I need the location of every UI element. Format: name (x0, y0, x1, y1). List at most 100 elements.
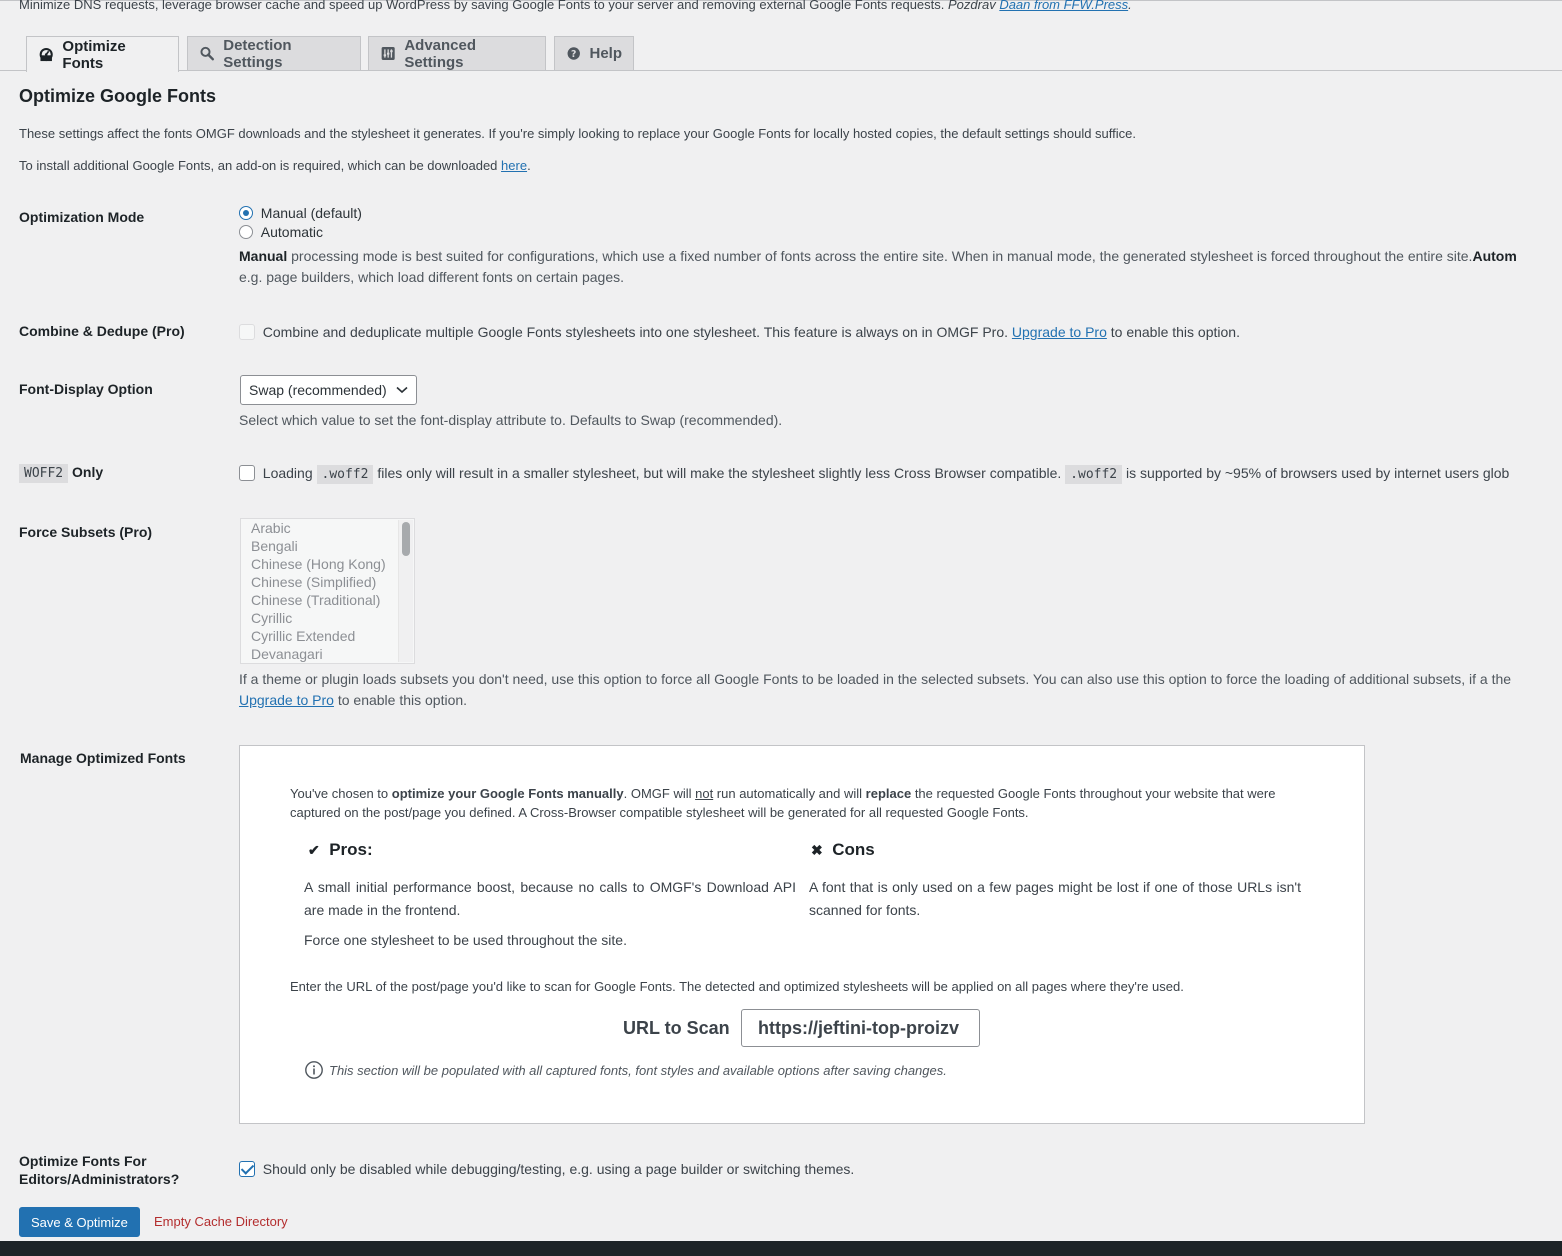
cons-title: Cons (832, 840, 875, 859)
pros-heading: ✔ Pros: (308, 840, 373, 860)
plugin-intro: Minimize DNS requests, leverage browser … (19, 0, 1132, 12)
search-icon (200, 46, 215, 61)
subset-option[interactable]: Bengali (241, 537, 414, 555)
pros-item: A small initial performance boost, becau… (304, 879, 796, 918)
populate-note: This section will be populated with all … (304, 1060, 947, 1080)
font-display-select[interactable]: Swap (recommended) (240, 375, 417, 405)
settings-panel-icon (381, 46, 395, 61)
tab-optimize-fonts[interactable]: Optimize Fonts (26, 36, 179, 72)
tab-label: Help (589, 45, 622, 62)
tab-label: Optimize Fonts (62, 37, 126, 72)
credit-suffix: . (1128, 0, 1132, 12)
optimization-mode-label: Optimization Mode (19, 209, 145, 225)
addon-notice-suffix: . (527, 158, 531, 173)
note-text: This section will be populated with all … (329, 1062, 947, 1078)
woff2-code-inline: .woff2 (316, 465, 374, 484)
save-optimize-button[interactable]: Save & Optimize (19, 1207, 140, 1237)
scrollbar-thumb[interactable] (402, 522, 410, 556)
radio-button[interactable] (239, 225, 253, 239)
listbox-scrollbar[interactable] (398, 520, 413, 662)
tab-label: Advanced Settings (404, 36, 477, 71)
intro-text: run automatically and will (713, 786, 866, 801)
subset-option[interactable]: Chinese (Hong Kong) (241, 555, 414, 573)
addon-notice: To install additional Google Fonts, an a… (19, 158, 531, 173)
pros-title: Pros: (329, 840, 373, 859)
empty-cache-button[interactable]: Empty Cache Directory (154, 1214, 288, 1229)
url-to-scan-label: URL to Scan (623, 1018, 730, 1038)
editors-option: Should only be disabled while debugging/… (239, 1161, 854, 1177)
editors-label: Optimize Fonts For Editors/Administrator… (19, 1152, 179, 1188)
woff2-text: is supported by ~95% of browsers used by… (1122, 465, 1510, 481)
combine-label: Combine & Dedupe (Pro) (19, 323, 185, 339)
help-icon: ? (567, 47, 580, 60)
pros-item: Force one stylesheet to be used througho… (304, 932, 627, 948)
svg-text:?: ? (571, 49, 576, 60)
tab-help[interactable]: ? Help (554, 36, 634, 70)
tab-label: Detection Settings (223, 36, 292, 71)
woff2-code: WOFF2 (19, 464, 69, 483)
subset-option[interactable]: Chinese (Simplified) (241, 573, 414, 591)
upgrade-suffix: to enable this option. (333, 692, 468, 708)
desc-bold-2: Autom (1472, 248, 1517, 264)
dashboard-icon (39, 47, 53, 62)
editors-checkbox[interactable] (239, 1161, 255, 1177)
combine-suffix: to enable this option. (1106, 324, 1240, 340)
subsets-listbox[interactable]: Arabic Bengali Chinese (Hong Kong) Chinese … (240, 518, 415, 664)
woff2-text: Loading (262, 465, 317, 481)
woff2-label-suffix: Only (68, 464, 104, 480)
editors-label-line: Editors/Administrators? (19, 1171, 180, 1187)
optimization-mode-description: Manual processing mode is best suited fo… (239, 248, 1517, 264)
scan-instructions: Enter the URL of the post/page you'd lik… (290, 979, 1184, 994)
combine-option: Combine and deduplicate multiple Google … (239, 324, 1240, 340)
subset-option[interactable]: Devanagari (241, 645, 414, 663)
woff2-code-inline: .woff2 (1065, 465, 1123, 484)
section-description: These settings affect the fonts OMGF dow… (19, 126, 1137, 141)
editors-label-line: Optimize Fonts For (19, 1153, 147, 1169)
url-to-scan-input[interactable] (741, 1009, 980, 1047)
desc-text: processing mode is best suited for confi… (287, 248, 1473, 264)
select-value: Swap (recommended) (249, 382, 387, 398)
upgrade-link[interactable]: Upgrade to Pro (239, 692, 334, 708)
tab-detection-settings[interactable]: Detection Settings (187, 36, 361, 71)
woff2-checkbox[interactable] (239, 465, 255, 481)
cross-icon: ✖ (811, 842, 823, 858)
font-display-label: Font-Display Option (19, 381, 153, 397)
credit-prefix: Pozdrav (948, 0, 1000, 12)
force-subsets-label: Force Subsets (Pro) (19, 524, 153, 540)
radio-button[interactable] (239, 206, 253, 220)
force-subsets-upgrade: Upgrade to Pro to enable this option. (239, 692, 467, 708)
intro-text: the requested Google Fonts throughout yo… (911, 786, 1276, 801)
cons-item: A font that is only used on a few pages … (809, 879, 1301, 918)
credit-link[interactable]: Daan from FFW.Press (999, 0, 1128, 12)
woff2-text: files only will result in a smaller styl… (373, 465, 1066, 481)
editors-text: Should only be disabled while debugging/… (262, 1161, 855, 1177)
subset-option[interactable]: Arabic (241, 519, 414, 537)
manual-mode-intro-2: captured on the post/page you defined. A… (290, 805, 1029, 820)
desc-bold: Manual (239, 248, 288, 264)
subset-options: Arabic Bengali Chinese (Hong Kong) Chinese … (241, 519, 414, 663)
optimization-mode-description-2: e.g. page builders, which load different… (239, 269, 624, 285)
tab-advanced-settings[interactable]: Advanced Settings (368, 36, 546, 71)
radio-manual[interactable]: Manual (default) (239, 205, 362, 221)
radio-automatic[interactable]: Automatic (239, 224, 323, 240)
info-icon (305, 1061, 323, 1079)
page-title: Optimize Google Fonts (19, 86, 216, 106)
combine-checkbox[interactable] (239, 324, 255, 340)
check-icon: ✔ (308, 842, 320, 858)
subset-option[interactable]: Cyrillic (241, 609, 414, 627)
subset-option[interactable]: Cyrillic Extended (241, 627, 414, 645)
bottom-bar (0, 1241, 1562, 1256)
woff2-label: WOFF2 Only (19, 464, 104, 483)
woff2-option: Loading .woff2 files only will result in… (239, 465, 1510, 484)
intro-bold: optimize your Google Fonts manually (391, 786, 624, 801)
manual-mode-intro: You've chosen to optimize your Google Fo… (290, 786, 1275, 801)
combine-text: Combine and deduplicate multiple Google … (262, 324, 1012, 340)
intro-text: Minimize DNS requests, leverage browser … (19, 0, 948, 12)
subset-option[interactable]: Chinese (Traditional) (241, 591, 414, 609)
intro-underline: not (695, 786, 714, 801)
addon-notice-text: To install additional Google Fonts, an a… (19, 158, 502, 173)
intro-text: . OMGF will (623, 786, 696, 801)
addon-download-link[interactable]: here (501, 158, 527, 173)
intro-text: You've chosen to (290, 786, 392, 801)
upgrade-link[interactable]: Upgrade to Pro (1012, 324, 1107, 340)
